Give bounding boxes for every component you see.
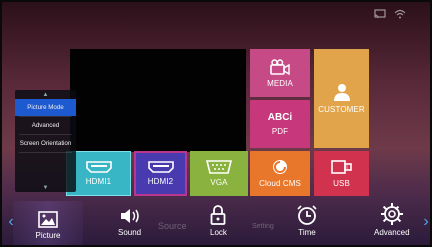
nav-right-arrow-icon[interactable]: ›	[421, 213, 431, 231]
wifi-icon	[394, 9, 406, 19]
nav-item-advanced-label: Advanced	[374, 228, 410, 237]
cast-icon	[374, 9, 386, 19]
tile-hdmi2[interactable]: HDMI2	[134, 151, 187, 196]
nav-item-lock[interactable]: Lock	[210, 203, 227, 237]
nav-item-time-label: Time	[298, 228, 316, 237]
tile-cloud-cms[interactable]: Cloud CMS	[250, 151, 310, 196]
tile-usb[interactable]: USB	[314, 151, 369, 196]
gear-icon	[380, 203, 403, 225]
scroll-down-icon[interactable]: ▼	[15, 183, 76, 192]
nav-item-picture-label: Picture	[35, 231, 61, 240]
scroll-up-icon[interactable]: ▲	[15, 90, 76, 99]
vga-icon	[206, 160, 232, 174]
tile-media-label: MEDIA	[267, 78, 293, 88]
tile-pdf-label: PDF	[271, 127, 289, 136]
clock-icon	[296, 203, 318, 225]
bar-ghost-label-setting: Setting	[252, 223, 274, 230]
speaker-icon	[119, 203, 141, 225]
tile-media[interactable]: MEDIA	[250, 49, 310, 97]
bar-ghost-label-source: Source	[158, 221, 187, 231]
tile-customer-label: CUSTOMER	[318, 105, 365, 114]
cloud-cms-icon	[272, 159, 288, 175]
submenu-item-advanced[interactable]: Advanced	[15, 117, 76, 134]
nav-item-time[interactable]: Time	[296, 203, 318, 237]
lock-icon	[210, 203, 226, 225]
person-icon	[333, 83, 351, 101]
nav-item-advanced[interactable]: Advanced	[374, 203, 410, 237]
nav-item-sound-label: Sound	[118, 228, 142, 237]
tile-cloud-cms-label: Cloud CMS	[259, 179, 301, 188]
submenu-item-picture-mode[interactable]: Picture Mode	[15, 99, 76, 116]
submenu-item-screen-orientation[interactable]: Screen Orientation	[15, 135, 76, 152]
nav-item-lock-label: Lock	[210, 228, 227, 237]
video-camera-icon	[270, 58, 290, 75]
status-icons	[374, 9, 406, 19]
nav-item-sound[interactable]: Sound	[118, 203, 141, 237]
picture-icon	[38, 206, 58, 228]
tile-usb-label: USB	[333, 179, 350, 188]
tile-hdmi2-label: HDMI2	[147, 177, 174, 186]
hdmi-icon	[147, 161, 174, 173]
tile-hdmi1-label: HDMI1	[85, 177, 112, 186]
nav-item-picture[interactable]: Picture	[13, 201, 83, 245]
picture-submenu: ▲ Picture Mode Advanced Screen Orientati…	[15, 90, 76, 192]
tile-pdf[interactable]: ABCi PDF	[250, 100, 310, 148]
tile-customer[interactable]: CUSTOMER	[314, 49, 369, 148]
divider	[19, 152, 72, 153]
usb-icon	[330, 159, 353, 175]
hdmi-icon	[85, 161, 112, 173]
tile-vga[interactable]: VGA	[190, 151, 248, 196]
text-icon: ABCi	[267, 112, 293, 123]
source-preview-window[interactable]	[70, 49, 246, 152]
tile-vga-label: VGA	[210, 178, 228, 187]
